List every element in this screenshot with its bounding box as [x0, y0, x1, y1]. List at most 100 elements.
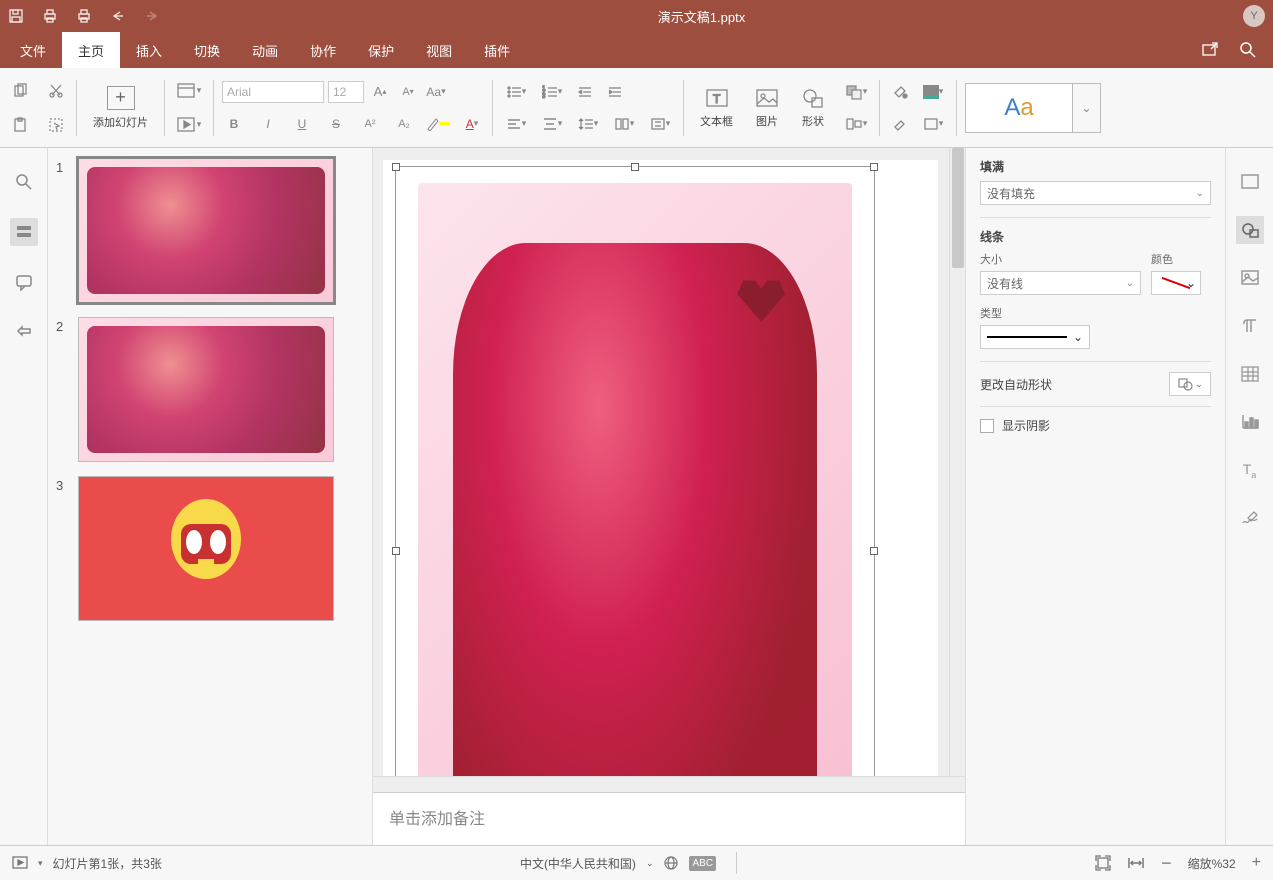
slide-thumb-3[interactable]: [78, 476, 334, 621]
table-settings-icon[interactable]: [1236, 360, 1264, 388]
selection-box[interactable]: 我是Stark-C: [395, 166, 875, 776]
line-type-select[interactable]: ⌄: [980, 325, 1090, 349]
add-slide-button[interactable]: + 添加幻灯片: [85, 82, 156, 134]
tab-file[interactable]: 文件: [4, 32, 62, 68]
quick-print-icon[interactable]: [76, 8, 92, 24]
tab-insert[interactable]: 插入: [120, 32, 178, 68]
tab-transition[interactable]: 切换: [178, 32, 236, 68]
arrange-icon[interactable]: ▾: [841, 80, 871, 104]
slide-thumb-2[interactable]: [78, 317, 334, 462]
notes-area[interactable]: 单击添加备注: [373, 792, 965, 845]
play-icon[interactable]: ▾: [173, 113, 205, 137]
line-size-select[interactable]: 没有线⌄: [980, 271, 1141, 295]
cut-icon[interactable]: [44, 79, 68, 103]
redo-icon[interactable]: [144, 8, 160, 24]
search-icon[interactable]: [1239, 41, 1257, 59]
paste-icon[interactable]: [8, 113, 32, 137]
slide-settings-icon[interactable]: [1236, 168, 1264, 196]
zoom-out-icon[interactable]: −: [1161, 853, 1172, 874]
change-case-icon[interactable]: Aa▾: [424, 80, 448, 104]
zoom-level[interactable]: 缩放%32: [1188, 855, 1236, 872]
text-direction-icon[interactable]: ▾: [645, 112, 675, 136]
open-location-icon[interactable]: [1201, 41, 1219, 59]
user-avatar[interactable]: Y: [1243, 5, 1265, 27]
font-color-icon[interactable]: A▾: [460, 112, 484, 136]
thumb-number: 1: [56, 158, 70, 303]
horizontal-scrollbar[interactable]: [373, 776, 965, 792]
resize-handle[interactable]: [870, 547, 878, 555]
fill-select[interactable]: 没有填充⌄: [980, 181, 1211, 205]
bold-icon[interactable]: B: [222, 112, 246, 136]
shape-settings-icon[interactable]: [1236, 216, 1264, 244]
shape-button[interactable]: 形状: [793, 83, 833, 133]
align-v-icon[interactable]: ▾: [537, 112, 567, 136]
resize-handle[interactable]: [631, 163, 639, 171]
grow-font-icon[interactable]: A▴: [368, 80, 392, 104]
shrink-font-icon[interactable]: A▾: [396, 80, 420, 104]
theme-style-dropdown[interactable]: ⌄: [1073, 83, 1101, 133]
columns-icon[interactable]: ▾: [609, 112, 639, 136]
resize-handle[interactable]: [392, 547, 400, 555]
textbox-button[interactable]: T文本框: [692, 83, 741, 133]
spellcheck-icon[interactable]: ABC: [689, 856, 716, 871]
image-button[interactable]: 图片: [747, 83, 787, 133]
line-color-select[interactable]: ⌄: [1151, 271, 1201, 295]
copy-icon[interactable]: [8, 79, 32, 103]
tab-home[interactable]: 主页: [62, 32, 120, 68]
feedback-icon[interactable]: [10, 318, 38, 346]
slide-size-icon[interactable]: ▾: [918, 112, 948, 136]
strike-icon[interactable]: S: [324, 112, 348, 136]
subscript-icon[interactable]: A₂: [392, 112, 416, 136]
fit-icon[interactable]: [1095, 855, 1111, 871]
vertical-scrollbar[interactable]: [949, 148, 965, 776]
theme-style[interactable]: Aa: [965, 83, 1073, 133]
eraser-icon[interactable]: [888, 112, 912, 136]
paragraph-settings-icon[interactable]: [1236, 312, 1264, 340]
highlight-icon[interactable]: [426, 112, 450, 136]
slideshow-dropdown[interactable]: ▾: [38, 858, 43, 869]
resize-handle[interactable]: [870, 163, 878, 171]
inc-indent-icon[interactable]: [603, 80, 627, 104]
undo-icon[interactable]: [110, 8, 126, 24]
signature-icon[interactable]: [1236, 504, 1264, 532]
font-select[interactable]: [222, 81, 324, 103]
image-settings-icon[interactable]: [1236, 264, 1264, 292]
slide-thumb-1[interactable]: [78, 158, 334, 303]
shadow-checkbox[interactable]: 显示阴影: [980, 417, 1211, 434]
text-art-icon[interactable]: Ta: [1236, 456, 1264, 484]
tab-view[interactable]: 视图: [410, 32, 468, 68]
align-objects-icon[interactable]: ▾: [841, 112, 871, 136]
globe-icon[interactable]: [663, 855, 679, 871]
chart-settings-icon[interactable]: [1236, 408, 1264, 436]
slide-canvas[interactable]: 我是Stark-C: [383, 160, 938, 776]
change-shape-button[interactable]: ⌄: [1169, 372, 1211, 396]
zoom-in-icon[interactable]: +: [1252, 854, 1261, 872]
fontsize-select[interactable]: [328, 81, 364, 103]
comments-panel-icon[interactable]: [10, 268, 38, 296]
fill-bucket-icon[interactable]: [888, 80, 912, 104]
search-panel-icon[interactable]: [10, 168, 38, 196]
save-icon[interactable]: [8, 8, 24, 24]
select-icon[interactable]: [44, 113, 68, 137]
slideshow-icon[interactable]: [12, 856, 28, 870]
fit-width-icon[interactable]: [1127, 856, 1145, 870]
dec-indent-icon[interactable]: [573, 80, 597, 104]
bullets-icon[interactable]: ▾: [501, 80, 531, 104]
numbering-icon[interactable]: 123▾: [537, 80, 567, 104]
line-spacing-icon[interactable]: ▾: [573, 112, 603, 136]
titlebar: 演示文稿1.pptx Y: [0, 0, 1273, 32]
tab-plugin[interactable]: 插件: [468, 32, 526, 68]
tab-collab[interactable]: 协作: [294, 32, 352, 68]
tab-animation[interactable]: 动画: [236, 32, 294, 68]
slides-panel-icon[interactable]: [10, 218, 38, 246]
tab-protect[interactable]: 保护: [352, 32, 410, 68]
resize-handle[interactable]: [392, 163, 400, 171]
align-h-icon[interactable]: ▾: [501, 112, 531, 136]
print-icon[interactable]: [42, 8, 58, 24]
underline-icon[interactable]: U: [290, 112, 314, 136]
layout-icon[interactable]: ▾: [173, 79, 205, 103]
language-label[interactable]: 中文(中华人民共和国): [520, 855, 636, 872]
color-fill-icon[interactable]: ▾: [918, 80, 948, 104]
italic-icon[interactable]: I: [256, 112, 280, 136]
superscript-icon[interactable]: A²: [358, 112, 382, 136]
